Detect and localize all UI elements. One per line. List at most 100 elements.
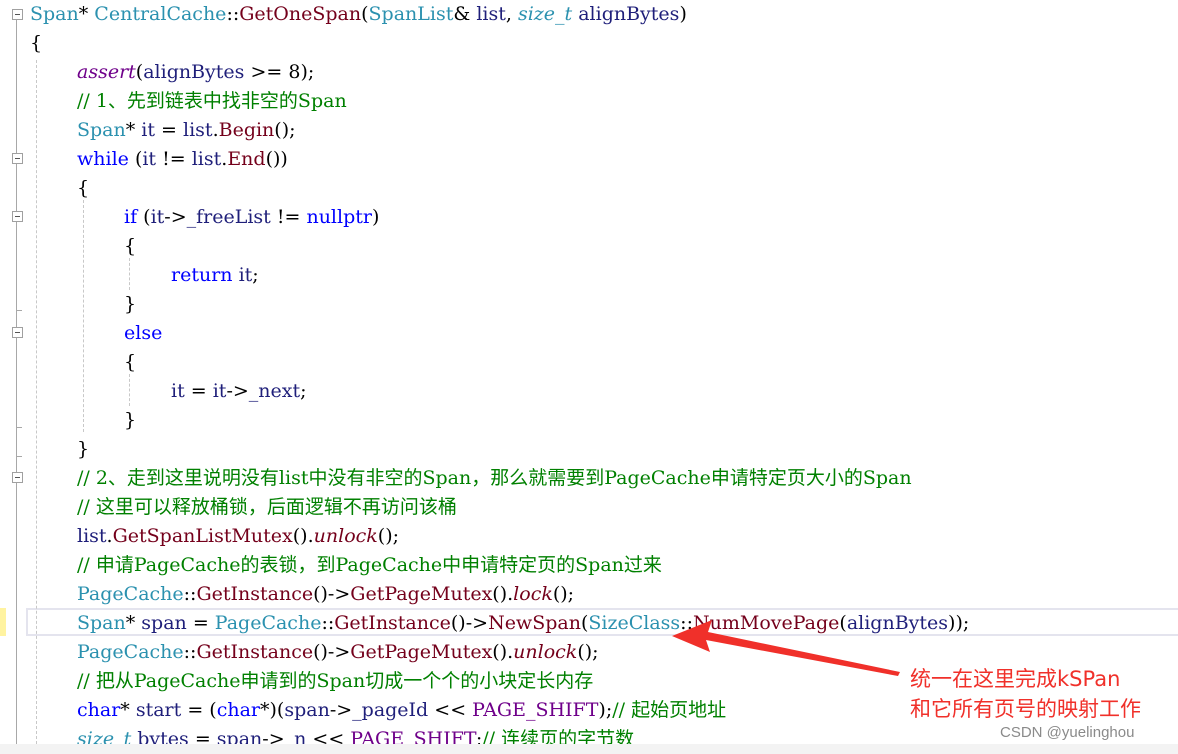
code-token: span bbox=[284, 699, 330, 721]
code-token: GetPageMutex bbox=[350, 583, 493, 605]
code-token: list bbox=[476, 3, 506, 25]
code-token: = bbox=[184, 380, 213, 402]
code-line[interactable]: char* start = (char*)(span->_pageId << P… bbox=[77, 696, 726, 725]
code-token: ( bbox=[137, 206, 151, 228]
code-token: :: bbox=[183, 583, 197, 605]
code-token: alignBytes bbox=[143, 61, 245, 83]
code-line[interactable]: list.GetSpanListMutex().unlock(); bbox=[77, 522, 399, 551]
code-line[interactable]: // 把从PageCache申请到的Span切成一个个的小块定长内存 bbox=[77, 667, 593, 696]
code-token: * bbox=[125, 119, 142, 141]
code-token: * bbox=[78, 3, 95, 25]
code-token: GetInstance bbox=[196, 583, 314, 605]
code-token: ) bbox=[679, 3, 687, 25]
code-line[interactable]: PageCache::GetInstance()->GetPageMutex()… bbox=[77, 580, 574, 609]
code-token: != bbox=[156, 148, 192, 170]
code-token: PageCache bbox=[214, 612, 322, 634]
code-token: nullptr bbox=[306, 206, 372, 228]
code-token: lock bbox=[513, 583, 553, 605]
code-line[interactable]: // 这里可以释放桶锁，后面逻辑不再访问该桶 bbox=[77, 493, 457, 522]
code-token: { bbox=[124, 235, 137, 257]
code-token: , bbox=[505, 3, 518, 25]
code-line[interactable]: else bbox=[124, 319, 162, 348]
code-line[interactable]: Span* CentralCache::GetOneSpan(SpanList&… bbox=[30, 0, 687, 29]
code-token: // 1、先到链表中找非空的Span bbox=[77, 90, 347, 112]
code-token: (). bbox=[492, 583, 514, 605]
annotation-line-2: 和它所有页号的映射工作 bbox=[910, 697, 1141, 721]
code-token: & bbox=[453, 3, 477, 25]
code-token: ) bbox=[371, 206, 380, 228]
collapse-function-icon[interactable] bbox=[12, 9, 23, 20]
code-token: * bbox=[120, 699, 136, 721]
code-token: (); bbox=[577, 641, 599, 663]
code-line[interactable]: { bbox=[77, 174, 89, 203]
code-token: (); bbox=[377, 525, 400, 547]
code-token: _freeList bbox=[186, 206, 271, 228]
code-token: CentralCache bbox=[94, 3, 227, 25]
indent-guide bbox=[83, 200, 84, 432]
watermark: CSDN @yuelinghou bbox=[1000, 724, 1135, 741]
code-token: NewSpan bbox=[488, 612, 581, 634]
code-line[interactable]: return it; bbox=[171, 261, 259, 290]
collapse-else-icon[interactable] bbox=[12, 327, 23, 338]
code-token: GetSpanListMutex bbox=[112, 525, 293, 547]
code-token: span bbox=[141, 612, 187, 634]
code-token: (); bbox=[274, 119, 296, 141]
code-editor[interactable]: Span* CentralCache::GetOneSpan(SpanList&… bbox=[0, 0, 1178, 750]
code-token: (). bbox=[492, 641, 514, 663]
code-token: -> bbox=[164, 206, 187, 228]
horizontal-scrollbar-area[interactable] bbox=[0, 744, 1178, 754]
code-token: // 申请PageCache的表锁，到PageCache中申请特定页的Span过… bbox=[77, 554, 662, 576]
annotation-text: 统一在这里完成kSPan 和它所有页号的映射工作 bbox=[910, 664, 1141, 724]
code-token: { bbox=[77, 177, 90, 199]
code-token: // 把从PageCache申请到的Span切成一个个的小块定长内存 bbox=[77, 670, 594, 692]
code-token: ( bbox=[839, 612, 847, 634]
code-token: ()-> bbox=[313, 641, 351, 663]
code-token: _pageId bbox=[352, 699, 429, 721]
code-line[interactable]: while (it != list.End()) bbox=[77, 145, 288, 174]
code-line[interactable]: if (it->_freeList != nullptr) bbox=[124, 203, 379, 232]
code-token: it bbox=[150, 206, 165, 228]
code-token: } bbox=[77, 438, 90, 460]
code-token: // 2、走到这里说明没有list中没有非空的Span，那么就需要到PageCa… bbox=[77, 467, 912, 489]
code-token: // 起始页地址 bbox=[612, 699, 727, 721]
code-token: { bbox=[30, 32, 43, 54]
code-line[interactable]: { bbox=[30, 29, 42, 58]
collapse-while-icon[interactable] bbox=[12, 153, 23, 164]
code-token: alignBytes bbox=[846, 612, 949, 634]
code-token: Span bbox=[77, 119, 126, 141]
code-token: it bbox=[171, 380, 185, 402]
code-token: _next bbox=[248, 380, 301, 402]
code-line[interactable]: } bbox=[77, 435, 89, 464]
code-token: char bbox=[216, 699, 260, 721]
code-token: return bbox=[171, 264, 233, 286]
code-line[interactable]: { bbox=[124, 232, 136, 261]
code-line[interactable]: // 1、先到链表中找非空的Span bbox=[77, 87, 347, 116]
code-line[interactable]: assert(alignBytes >= 8); bbox=[77, 58, 314, 87]
code-token: list bbox=[77, 525, 107, 547]
fold-end-tick bbox=[16, 310, 22, 311]
code-token: char bbox=[77, 699, 121, 721]
code-line[interactable]: { bbox=[124, 348, 136, 377]
code-line[interactable]: // 2、走到这里说明没有list中没有非空的Span，那么就需要到PageCa… bbox=[77, 464, 912, 493]
collapse-comment-icon[interactable] bbox=[12, 472, 23, 483]
code-line[interactable]: } bbox=[124, 406, 136, 435]
code-token: NumMovePage bbox=[692, 612, 840, 634]
code-token: GetPageMutex bbox=[350, 641, 493, 663]
code-token: { bbox=[124, 351, 137, 373]
code-token: if bbox=[124, 206, 138, 228]
code-line[interactable]: // 申请PageCache的表锁，到PageCache中申请特定页的Span过… bbox=[77, 551, 662, 580]
code-token: != bbox=[270, 206, 307, 228]
code-token: SizeClass bbox=[588, 612, 681, 634]
code-token: size_t bbox=[517, 3, 573, 25]
code-line[interactable]: Span* span = PageCache::GetInstance()->N… bbox=[77, 609, 969, 638]
code-line[interactable]: Span* it = list.Begin(); bbox=[77, 116, 296, 145]
code-token: } bbox=[124, 409, 137, 431]
code-line[interactable]: } bbox=[124, 290, 136, 319]
code-token: alignBytes bbox=[578, 3, 680, 25]
code-line[interactable]: PageCache::GetInstance()->GetPageMutex()… bbox=[77, 638, 599, 667]
collapse-if-icon[interactable] bbox=[12, 211, 23, 222]
code-token: PAGE_SHIFT bbox=[472, 699, 599, 721]
code-token: ()) bbox=[265, 148, 288, 170]
code-token: } bbox=[124, 293, 137, 315]
code-line[interactable]: it = it->_next; bbox=[171, 377, 307, 406]
